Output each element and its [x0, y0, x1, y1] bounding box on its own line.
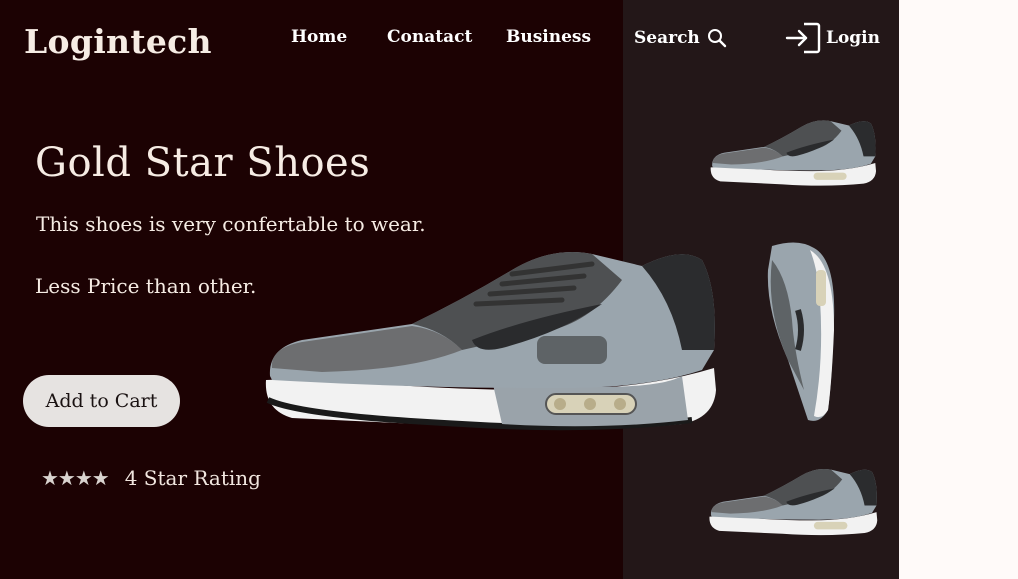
search-link[interactable]: Search — [634, 27, 728, 49]
nav-home[interactable]: Home — [291, 27, 347, 47]
product-price-note: Less Price than other. — [35, 274, 257, 298]
product-title: Gold Star Shoes — [35, 140, 371, 186]
login-label: Login — [826, 28, 880, 48]
landing-page: Logintech Home Conatact Business Search … — [0, 0, 1018, 579]
nav-business[interactable]: Business — [506, 27, 591, 47]
product-rating: ★★★★ 4 Star Rating — [41, 466, 261, 490]
blank-area — [899, 0, 1018, 579]
add-to-cart-button[interactable]: Add to Cart — [23, 375, 180, 427]
thumbnail-shoe-side[interactable] — [708, 116, 878, 188]
star-icon: ★★★★ — [41, 466, 110, 490]
login-button[interactable]: Login — [784, 21, 880, 55]
product-description: This shoes is very confertable to wear. — [36, 212, 426, 236]
thumbnail-shoe-bottom[interactable] — [758, 240, 840, 424]
search-icon — [706, 27, 728, 49]
search-label: Search — [634, 28, 700, 48]
rating-text: 4 Star Rating — [124, 466, 261, 490]
login-icon — [784, 21, 822, 55]
main-shoe-image — [265, 252, 716, 431]
thumbnail-shoe-angle[interactable] — [708, 464, 878, 538]
logo[interactable]: Logintech — [24, 22, 212, 61]
nav-contact[interactable]: Conatact — [387, 27, 472, 47]
